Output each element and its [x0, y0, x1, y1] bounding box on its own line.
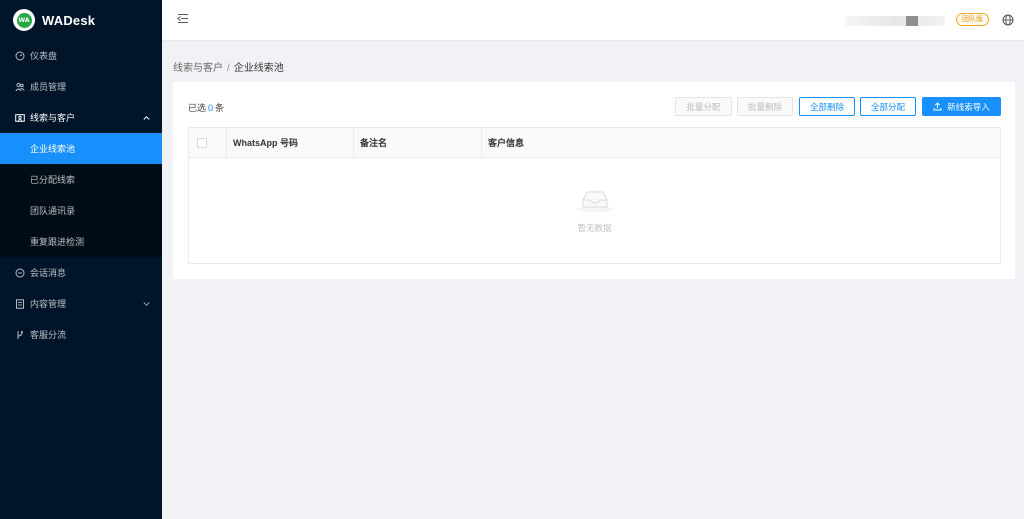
sidebar-item-team-directory[interactable]: 团队通讯录 [0, 195, 162, 226]
sidebar-item-content[interactable]: 内容管理 [0, 288, 162, 319]
team-icon [14, 81, 25, 92]
sidebar-item-leads[interactable]: 线索与客户 [0, 102, 162, 133]
upload-icon [933, 102, 942, 111]
leads-submenu: 企业线索池 已分配线索 团队通讯录 重复跟进检测 [0, 133, 162, 257]
column-header-whatsapp: WhatsApp 号码 [227, 128, 354, 157]
sidebar-item-label: 线索与客户 [30, 113, 76, 123]
sidebar-item-messages[interactable]: 会话消息 [0, 257, 162, 288]
sidebar-item-label: 客服分流 [30, 330, 67, 340]
empty-inbox-icon [576, 191, 614, 212]
import-leads-button[interactable]: 新线索导入 [922, 97, 1001, 116]
sidebar-item-assigned-leads[interactable]: 已分配线索 [0, 164, 162, 195]
sidebar-item-routing[interactable]: 客服分流 [0, 319, 162, 350]
avatar[interactable] [906, 16, 918, 26]
logo[interactable]: WA WADesk [0, 0, 162, 40]
leads-table: WhatsApp 号码 备注名 客户信息 暂无数据 [188, 127, 1001, 264]
sidebar-item-label: 内容管理 [30, 299, 67, 309]
sidebar-menu: 仪表盘 成员管理 线索与客户 企业线索池 已分配线索 团队通讯录 重复跟进检测 … [0, 40, 162, 350]
sidebar-item-label: 已分配线索 [30, 175, 76, 185]
branch-icon [14, 329, 25, 340]
content-icon [14, 298, 25, 309]
assign-all-button[interactable]: 全部分配 [860, 97, 916, 116]
table-header: WhatsApp 号码 备注名 客户信息 [189, 128, 1000, 158]
app-title: WADesk [42, 12, 96, 28]
selected-count: 已选 0 条 [188, 103, 225, 113]
import-leads-label: 新线索导入 [947, 101, 990, 112]
lead-pool-card: 已选 0 条 批量分配 批量删除 全部删除 全部分配 新线索导入 WhatsApp … [173, 82, 1015, 279]
chevron-up-icon [143, 113, 150, 122]
sidebar-item-label: 会话消息 [30, 268, 67, 278]
empty-state: 暂无数据 [189, 159, 1000, 264]
breadcrumb-parent[interactable]: 线索与客户 [173, 63, 223, 74]
sidebar: WA WADesk 仪表盘 成员管理 线索与客户 企业线索池 已分配线索 团队通… [0, 0, 162, 519]
empty-text: 暂无数据 [577, 223, 612, 233]
batch-assign-button[interactable]: 批量分配 [675, 97, 732, 116]
column-header-remark: 备注名 [354, 128, 482, 157]
chevron-down-icon [143, 299, 150, 308]
batch-delete-button[interactable]: 批量删除 [737, 97, 793, 116]
sidebar-item-label: 企业线索池 [30, 144, 76, 154]
user-info-blurred[interactable] [845, 16, 945, 26]
column-header-customer-info: 客户信息 [488, 138, 525, 148]
sidebar-item-duplicate-check[interactable]: 重复跟进检测 [0, 226, 162, 257]
select-all-column [189, 128, 227, 157]
contacts-icon [14, 112, 25, 123]
chat-icon [14, 267, 25, 278]
globe-icon[interactable] [1002, 14, 1014, 26]
sidebar-item-label: 团队通讯录 [30, 206, 76, 216]
selected-count-value: 0 [208, 103, 214, 113]
delete-all-button[interactable]: 全部删除 [799, 97, 855, 116]
breadcrumb-separator: / [227, 63, 230, 74]
select-all-checkbox[interactable] [197, 137, 207, 148]
plan-badge: 团队版 [956, 13, 989, 26]
sidebar-item-dashboard[interactable]: 仪表盘 [0, 40, 162, 71]
sidebar-item-label: 仪表盘 [30, 51, 58, 61]
sidebar-item-members[interactable]: 成员管理 [0, 71, 162, 102]
sidebar-item-label: 重复跟进检测 [30, 237, 85, 247]
breadcrumb: 线索与客户 / 企业线索池 [173, 59, 284, 74]
sidebar-item-label: 成员管理 [30, 82, 67, 92]
dashboard-icon [14, 50, 25, 61]
top-header: 团队版 [162, 0, 1024, 40]
menu-fold-icon[interactable] [176, 12, 190, 26]
breadcrumb-current: 企业线索池 [233, 63, 284, 74]
logo-icon: WA [13, 9, 35, 31]
sidebar-item-lead-pool[interactable]: 企业线索池 [0, 133, 162, 164]
